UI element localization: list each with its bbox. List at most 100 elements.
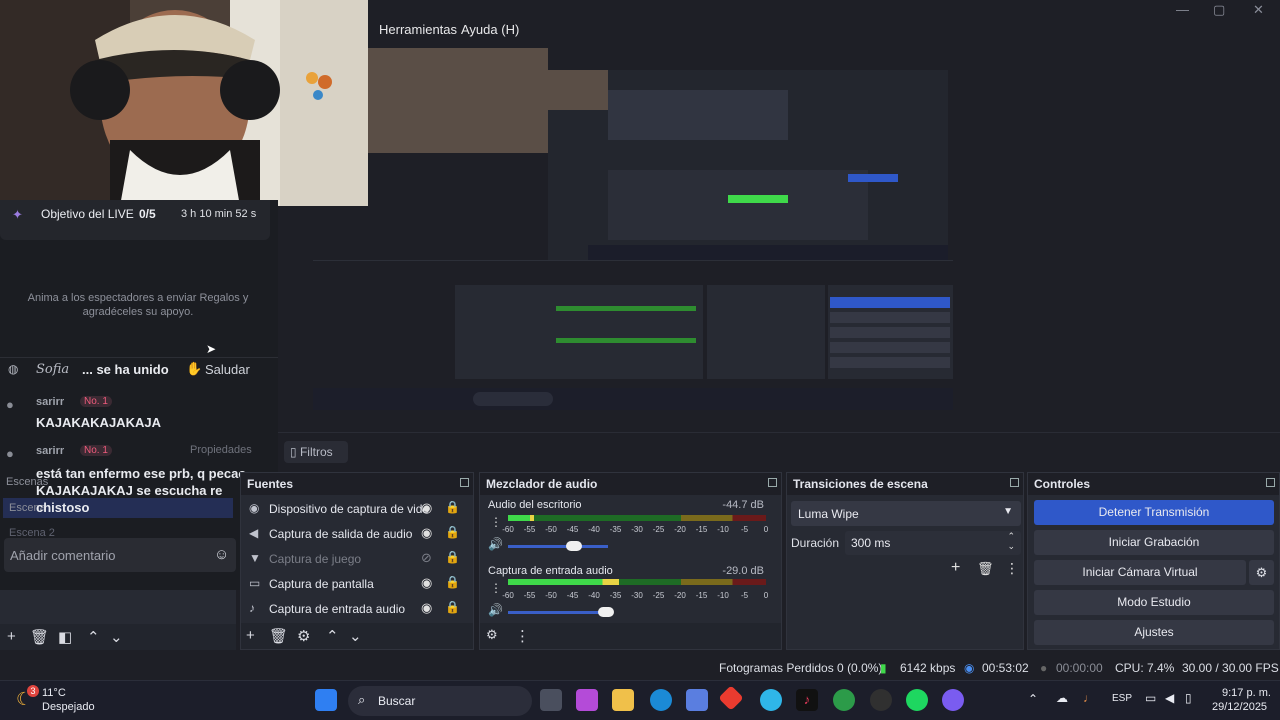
undock-icon[interactable] <box>1010 478 1019 487</box>
kebab-menu-icon[interactable]: ⋮ <box>515 627 530 645</box>
add-scene-icon[interactable]: + <box>7 628 16 645</box>
chevron-down-icon[interactable]: ⌄ <box>349 627 362 645</box>
minimize-button[interactable]: — <box>1176 2 1189 17</box>
undock-icon[interactable] <box>768 478 777 487</box>
settings-button[interactable]: Ajustes <box>1034 620 1274 645</box>
gear-icon[interactable]: ⚙ <box>297 627 310 645</box>
eye-icon[interactable]: ◉ <box>421 600 432 616</box>
start-virtual-camera-button[interactable]: Iniciar Cámara Virtual <box>1034 560 1246 585</box>
transition-select[interactable]: Luma Wipe ▼ <box>791 501 1021 526</box>
chevron-up-icon[interactable]: ⌃ <box>1028 692 1038 706</box>
transitions-dock: Transiciones de escena Luma Wipe ▼ Durac… <box>786 472 1024 650</box>
preview-webcam-thumb <box>368 48 548 153</box>
scale-tick-label: -10 <box>717 525 729 534</box>
menu-ayuda[interactable]: Ayuda (H) <box>461 22 519 37</box>
status-bar: Fotogramas Perdidos 0 (0.0%) ▮ 6142 kbps… <box>0 656 1280 680</box>
volume-slider[interactable] <box>508 607 614 617</box>
volume-meter <box>508 579 766 585</box>
eye-icon[interactable]: ◉ <box>421 525 432 541</box>
kebab-menu-icon[interactable]: ⋮ <box>1005 560 1019 577</box>
kebab-menu-icon[interactable]: ⋮ <box>490 581 502 595</box>
comment-input[interactable]: Añadir comentario ☺ <box>4 538 236 572</box>
clock-time[interactable]: 9:17 p. m. <box>1222 687 1271 699</box>
trash-icon[interactable]: 🗑 <box>30 628 49 646</box>
tiktok-icon[interactable]: ♪ <box>796 689 818 711</box>
eye-icon[interactable]: ◉ <box>421 500 432 516</box>
kebab-menu-icon[interactable]: ⋮ <box>490 515 502 529</box>
monitor-tray-icon[interactable]: ▭ <box>1145 691 1156 705</box>
volume-tray-icon[interactable]: ◀ <box>1165 691 1174 705</box>
edge-icon[interactable] <box>650 689 672 711</box>
source-label: Captura de pantalla <box>269 577 374 591</box>
battery-tray-icon[interactable]: ▯ <box>1185 691 1192 705</box>
chat-app-icon[interactable] <box>942 689 964 711</box>
mixer-settings-icon[interactable]: ⚙ <box>486 627 498 643</box>
add-source-icon[interactable]: + <box>246 627 255 644</box>
copilot-icon[interactable] <box>576 689 598 711</box>
undock-icon[interactable] <box>1266 478 1275 487</box>
chevron-up-icon[interactable]: ⌃ <box>87 628 100 646</box>
source-item[interactable]: ▼ Captura de juego ⊘ 🔒 <box>241 547 471 572</box>
clock-date[interactable]: 29/12/2025 <box>1212 701 1267 713</box>
temperature: 11°C <box>42 687 66 699</box>
live-goal-card: ✦ Objetivo del LIVE 0/5 3 h 10 min 52 s <box>0 200 270 240</box>
volume-knob[interactable] <box>566 541 582 551</box>
filter-icon[interactable]: ◧ <box>58 628 72 646</box>
chevron-down-icon[interactable]: ⌄ <box>1007 541 1015 552</box>
source-item[interactable]: ◀ Captura de salida de audio ◉ 🔒 <box>241 522 471 547</box>
scale-tick-label: -55 <box>523 591 536 600</box>
menu-herramientas[interactable]: Herramientas <box>379 22 457 37</box>
source-label: Dispositivo de captura de vide <box>269 502 430 516</box>
properties-label[interactable]: Propiedades <box>190 444 252 456</box>
undock-icon[interactable] <box>460 478 469 487</box>
trash-icon[interactable]: 🗑 <box>269 627 288 645</box>
store-icon[interactable] <box>686 689 708 711</box>
volume-knob[interactable] <box>598 607 614 617</box>
lock-icon[interactable]: 🔒 <box>445 550 460 564</box>
speaker-icon[interactable]: 🔊 <box>488 537 503 551</box>
start-recording-button[interactable]: Iniciar Grabación <box>1034 530 1274 555</box>
lock-icon[interactable]: 🔒 <box>445 600 460 614</box>
windows-start-icon[interactable] <box>315 689 337 711</box>
source-item[interactable]: ▭ Captura de pantalla ◉ 🔒 <box>241 572 471 597</box>
chevron-up-icon[interactable]: ⌃ <box>326 627 339 645</box>
close-button[interactable]: ✕ <box>1253 2 1264 18</box>
lock-icon[interactable]: 🔒 <box>445 525 460 539</box>
app-diamond-icon[interactable] <box>718 685 744 711</box>
scale-tick-label: -55 <box>523 525 536 534</box>
duration-spinbox[interactable]: 300 ms ⌃ ⌄ <box>845 531 1021 555</box>
greet-button[interactable]: Saludar <box>205 362 250 377</box>
emoji-icon[interactable]: ☺ <box>214 546 229 563</box>
chevron-down-icon[interactable]: ⌄ <box>110 628 123 646</box>
sources-title: Fuentes <box>247 477 294 491</box>
trash-icon[interactable]: 🗑 <box>977 561 994 577</box>
obs-icon[interactable] <box>870 689 892 711</box>
source-item[interactable]: ◉ Dispositivo de captura de vide ◉ 🔒 <box>241 497 471 522</box>
chrome-icon[interactable] <box>833 689 855 711</box>
search-box[interactable]: ⌕ Buscar <box>348 686 532 716</box>
network-tray-icon[interactable]: ☁ <box>1056 691 1068 705</box>
source-item[interactable]: ♪ Captura de entrada audio ◉ 🔒 <box>241 597 471 622</box>
language-indicator[interactable]: ESP <box>1112 693 1132 704</box>
goal-progress: 0/5 <box>139 207 156 221</box>
filters-button[interactable]: ▯ Filtros <box>284 441 348 463</box>
user-avatar-icon: ● <box>6 397 14 412</box>
spotify-icon[interactable] <box>906 689 928 711</box>
maximize-button[interactable]: ▢ <box>1213 2 1225 18</box>
volume-slider[interactable] <box>508 541 608 551</box>
studio-mode-button[interactable]: Modo Estudio <box>1034 590 1274 615</box>
mic-tray-icon[interactable]: ♩ <box>1083 691 1095 705</box>
app-icon[interactable] <box>760 689 782 711</box>
monitor-icon: ▭ <box>249 576 261 590</box>
stream-preview[interactable] <box>313 48 953 410</box>
virtual-camera-settings-icon[interactable]: ⚙ <box>1249 560 1274 585</box>
lock-icon[interactable]: 🔒 <box>445 575 460 589</box>
speaker-icon[interactable]: 🔊 <box>488 603 503 617</box>
add-transition-icon[interactable]: + <box>951 559 960 577</box>
eye-hidden-icon[interactable]: ⊘ <box>421 550 432 566</box>
task-view-icon[interactable] <box>540 689 562 711</box>
eye-icon[interactable]: ◉ <box>421 575 432 591</box>
file-explorer-icon[interactable] <box>612 689 634 711</box>
stop-streaming-button[interactable]: Detener Transmisión <box>1034 500 1274 525</box>
lock-icon[interactable]: 🔒 <box>445 500 460 514</box>
